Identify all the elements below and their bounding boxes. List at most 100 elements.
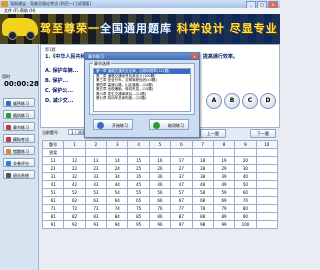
grid-cell[interactable]: 43 bbox=[84, 180, 108, 189]
grid-cell[interactable]: 85 bbox=[127, 212, 150, 221]
grid-cell[interactable] bbox=[84, 148, 108, 157]
grid-cell[interactable]: 37 bbox=[170, 172, 193, 181]
grid-cell[interactable]: 41 bbox=[41, 180, 65, 189]
grid-cell[interactable]: 86 bbox=[148, 212, 172, 221]
grid-cell[interactable] bbox=[255, 212, 279, 221]
grid-cell[interactable]: 60 bbox=[234, 188, 257, 197]
grid-cell[interactable]: 62 bbox=[63, 196, 86, 205]
sequential-practice-button[interactable]: 顺序练习 bbox=[3, 98, 35, 107]
exit-button[interactable]: 退出系统 bbox=[3, 170, 35, 179]
grid-cell[interactable]: 42 bbox=[63, 180, 86, 189]
chapter-list[interactable]: 第一章 道路交通安全法律、法规和规章(141题) 第二章 道路交通信号及其含义(1… bbox=[93, 68, 191, 112]
grid-cell[interactable]: 48 bbox=[191, 180, 214, 189]
grid-cell[interactable]: 77 bbox=[170, 204, 193, 213]
grid-cell[interactable]: 92 bbox=[63, 220, 86, 229]
grid-cell[interactable]: 69 bbox=[212, 196, 236, 205]
grid-cell[interactable]: 61 bbox=[41, 196, 65, 205]
grid-cell[interactable]: 99 bbox=[212, 220, 236, 229]
answer-b-button[interactable]: B bbox=[224, 93, 240, 109]
grid-cell[interactable]: 89 bbox=[212, 212, 236, 221]
submit-score-button[interactable]: 交卷评分 bbox=[3, 158, 35, 167]
grid-cell[interactable]: 66 bbox=[148, 196, 172, 205]
chapter-list-item[interactable]: 第七章 机动车总体构造...(12题) bbox=[94, 96, 190, 101]
next-question-button[interactable]: 下一题 bbox=[250, 129, 276, 138]
start-practice-button[interactable]: 开始练习 bbox=[93, 119, 133, 130]
grid-cell[interactable]: 24 bbox=[106, 164, 129, 173]
grid-cell[interactable]: 27 bbox=[170, 164, 193, 173]
grid-cell[interactable]: 79 bbox=[212, 204, 236, 213]
grid-cell[interactable] bbox=[255, 204, 279, 213]
grid-cell[interactable] bbox=[170, 148, 193, 157]
grid-cell[interactable]: 49 bbox=[212, 180, 236, 189]
grid-cell[interactable]: 答案 bbox=[41, 148, 65, 157]
grid-cell[interactable]: 30 bbox=[234, 164, 257, 173]
grid-cell[interactable]: 15 bbox=[127, 156, 150, 165]
grid-cell[interactable]: 76 bbox=[148, 204, 172, 213]
grid-cell[interactable]: 56 bbox=[148, 188, 172, 197]
grid-cell[interactable]: 63 bbox=[84, 196, 108, 205]
grid-cell[interactable] bbox=[255, 220, 279, 229]
grid-cell[interactable]: 55 bbox=[127, 188, 150, 197]
grid-cell[interactable]: 28 bbox=[191, 164, 214, 173]
grid-cell[interactable]: 17 bbox=[170, 156, 193, 165]
grid-cell[interactable]: 11 bbox=[41, 156, 65, 165]
grid-cell[interactable]: 95 bbox=[127, 220, 150, 229]
dialog-close-button[interactable]: × bbox=[191, 54, 198, 59]
grid-cell[interactable] bbox=[148, 148, 172, 157]
grid-cell[interactable]: 84 bbox=[106, 212, 129, 221]
grid-cell[interactable]: 88 bbox=[191, 212, 214, 221]
cancel-practice-button[interactable]: 取消练习 bbox=[149, 119, 189, 130]
grid-cell[interactable]: 80 bbox=[234, 204, 257, 213]
mock-exam-button[interactable]: 模拟考试 bbox=[3, 134, 35, 143]
chapter-practice-button[interactable]: 章节练习 bbox=[3, 122, 35, 131]
grid-cell[interactable]: 65 bbox=[127, 196, 150, 205]
grid-cell[interactable]: 29 bbox=[212, 164, 236, 173]
prev-question-button[interactable]: 上一题 bbox=[200, 129, 226, 138]
grid-cell[interactable] bbox=[255, 148, 279, 157]
grid-cell[interactable]: 14 bbox=[106, 156, 129, 165]
grid-cell[interactable]: 46 bbox=[148, 180, 172, 189]
grid-cell[interactable]: 34 bbox=[106, 172, 129, 181]
answer-a-button[interactable]: A bbox=[206, 93, 222, 109]
grid-cell[interactable]: 87 bbox=[170, 212, 193, 221]
grid-cell[interactable]: 83 bbox=[84, 212, 108, 221]
grid-cell[interactable]: 96 bbox=[148, 220, 172, 229]
grid-cell[interactable]: 57 bbox=[170, 188, 193, 197]
grid-cell[interactable]: 40 bbox=[234, 172, 257, 181]
grid-cell[interactable] bbox=[255, 164, 279, 173]
grid-cell[interactable]: 25 bbox=[127, 164, 150, 173]
grid-cell[interactable]: 45 bbox=[127, 180, 150, 189]
grid-cell[interactable]: 71 bbox=[41, 204, 65, 213]
grid-cell[interactable]: 67 bbox=[170, 196, 193, 205]
grid-cell[interactable]: 12 bbox=[63, 156, 86, 165]
grid-cell[interactable]: 74 bbox=[106, 204, 129, 213]
grid-cell[interactable]: 100 bbox=[234, 220, 257, 229]
grid-cell[interactable] bbox=[255, 188, 279, 197]
grid-cell[interactable]: 98 bbox=[191, 220, 214, 229]
grid-cell[interactable]: 72 bbox=[63, 204, 86, 213]
grid-cell[interactable] bbox=[255, 180, 279, 189]
grid-cell[interactable]: 51 bbox=[41, 188, 65, 197]
grid-cell[interactable]: 81 bbox=[41, 212, 65, 221]
grid-cell[interactable]: 21 bbox=[41, 164, 65, 173]
grid-cell[interactable]: 58 bbox=[191, 188, 214, 197]
grid-cell[interactable]: 26 bbox=[148, 164, 172, 173]
answer-d-button[interactable]: D bbox=[260, 93, 276, 109]
grid-cell[interactable]: 91 bbox=[41, 220, 65, 229]
grid-cell[interactable]: 47 bbox=[170, 180, 193, 189]
grid-cell[interactable]: 33 bbox=[84, 172, 108, 181]
grid-cell[interactable]: 18 bbox=[191, 156, 214, 165]
grid-cell[interactable]: 52 bbox=[63, 188, 86, 197]
grid-cell[interactable]: 73 bbox=[84, 204, 108, 213]
grid-cell[interactable] bbox=[234, 148, 257, 157]
grid-cell[interactable]: 53 bbox=[84, 188, 108, 197]
grid-cell[interactable]: 13 bbox=[84, 156, 108, 165]
grid-cell[interactable]: 50 bbox=[234, 180, 257, 189]
answer-c-button[interactable]: C bbox=[242, 93, 258, 109]
grid-cell[interactable] bbox=[106, 148, 129, 157]
grid-cell[interactable] bbox=[127, 148, 150, 157]
grid-cell[interactable]: 68 bbox=[191, 196, 214, 205]
grid-cell[interactable]: 93 bbox=[84, 220, 108, 229]
grid-cell[interactable] bbox=[255, 196, 279, 205]
grid-cell[interactable]: 59 bbox=[212, 188, 236, 197]
